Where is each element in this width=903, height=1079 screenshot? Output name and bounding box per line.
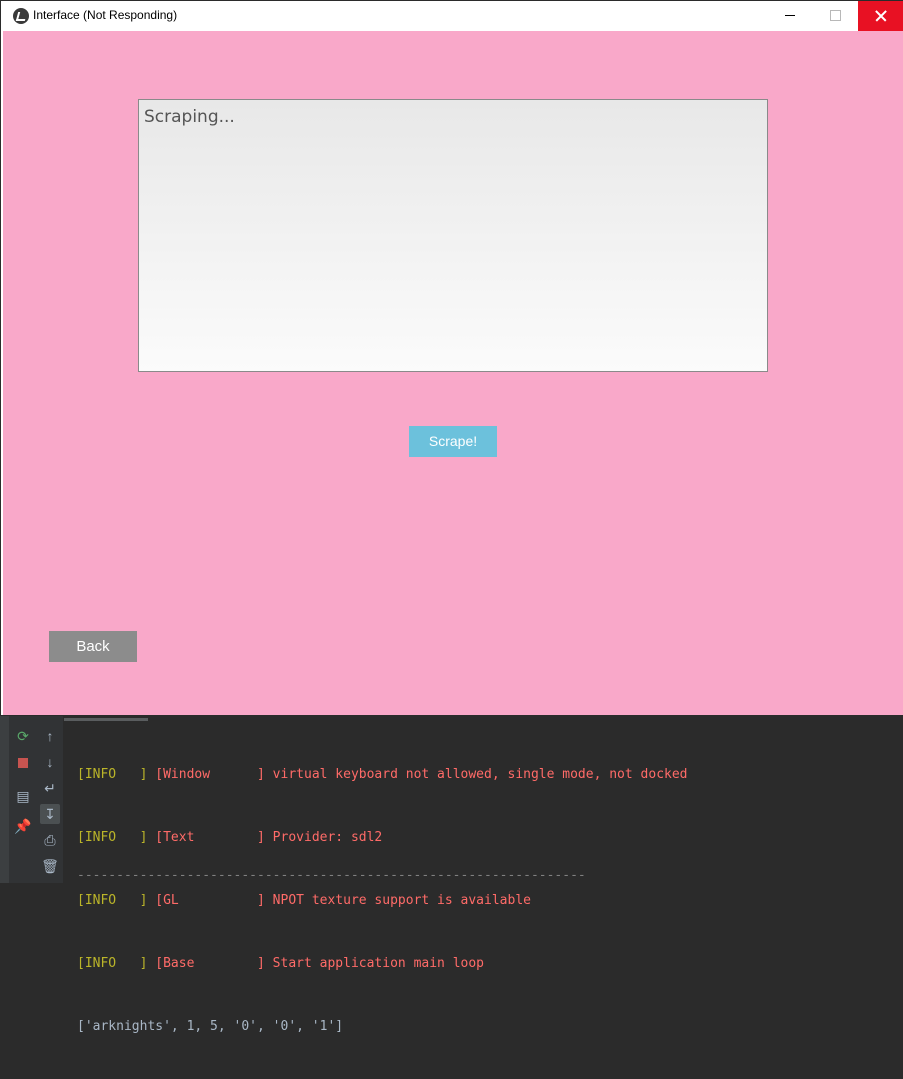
console-log: [INFO ] [Window ] virtual keyboard not a… [77,722,688,1079]
arrow-up-icon[interactable]: ↑ [40,726,60,746]
log-line: [INFO ] [GL ] NPOT texture support is av… [77,890,688,911]
log-level: [INFO ] [77,893,148,908]
output-line: ['arknights', 1, 5, '0', '0', '1'] [77,1019,344,1034]
soft-wrap-icon[interactable]: ↵ [40,778,60,798]
output-text: Scraping... [144,107,235,127]
log-line: [INFO ] [Base ] Start application main l… [77,953,688,974]
log-source: [Text ] [147,830,265,845]
log-message: virtual keyboard not allowed, single mod… [264,767,688,782]
app-window: Interface (Not Responding) Scraping... S… [0,0,903,716]
log-message: NPOT texture support is available [264,893,531,908]
stop-button[interactable] [13,752,33,772]
scroll-to-end-icon[interactable]: ↧ [40,804,60,824]
window-title: Interface (Not Responding) [33,8,178,22]
log-source: [Window ] [147,767,265,782]
pin-icon[interactable]: 📌 [13,816,33,836]
side-strip [0,716,9,883]
back-button[interactable]: Back [49,631,137,662]
log-level: [INFO ] [77,956,148,971]
log-source: [GL ] [147,893,265,908]
title-bar[interactable]: Interface (Not Responding) [2,1,903,31]
log-level: [INFO ] [77,830,148,845]
log-message: Start application main loop [264,956,485,971]
rerun-icon[interactable]: ⟳ [13,726,33,746]
scrape-button[interactable]: Scrape! [409,426,497,457]
log-line: [INFO ] [Text ] Provider: sdl2 [77,827,688,848]
arrow-down-icon[interactable]: ↓ [40,752,60,772]
run-console: ⟳ ▤ 📌 ↑ ↓ ↵ ↧ ⎙ 🗑 [INFO ] [Window ] virt… [0,716,903,1034]
log-source: [Base ] [147,956,265,971]
console-toolbar: ↑ ↓ ↵ ↧ ⎙ 🗑 [37,716,64,883]
output-text-area[interactable]: Scraping... [138,99,768,372]
maximize-button[interactable] [812,1,858,31]
trash-icon[interactable]: 🗑 [40,856,60,876]
separator-line: ----------------------------------------… [77,868,586,883]
log-level: [INFO ] [77,767,148,782]
close-button[interactable] [858,1,903,31]
app-content: Scraping... Scrape! Back [3,31,903,715]
layout-icon[interactable]: ▤ [13,786,33,806]
kivy-logo-icon [13,8,29,24]
log-message: Provider: sdl2 [264,830,383,845]
log-line: [INFO ] [Window ] virtual keyboard not a… [77,764,688,785]
minimize-button[interactable] [766,1,812,31]
run-toolbar: ⟳ ▤ 📌 [9,716,37,883]
print-icon[interactable]: ⎙ [40,830,60,850]
